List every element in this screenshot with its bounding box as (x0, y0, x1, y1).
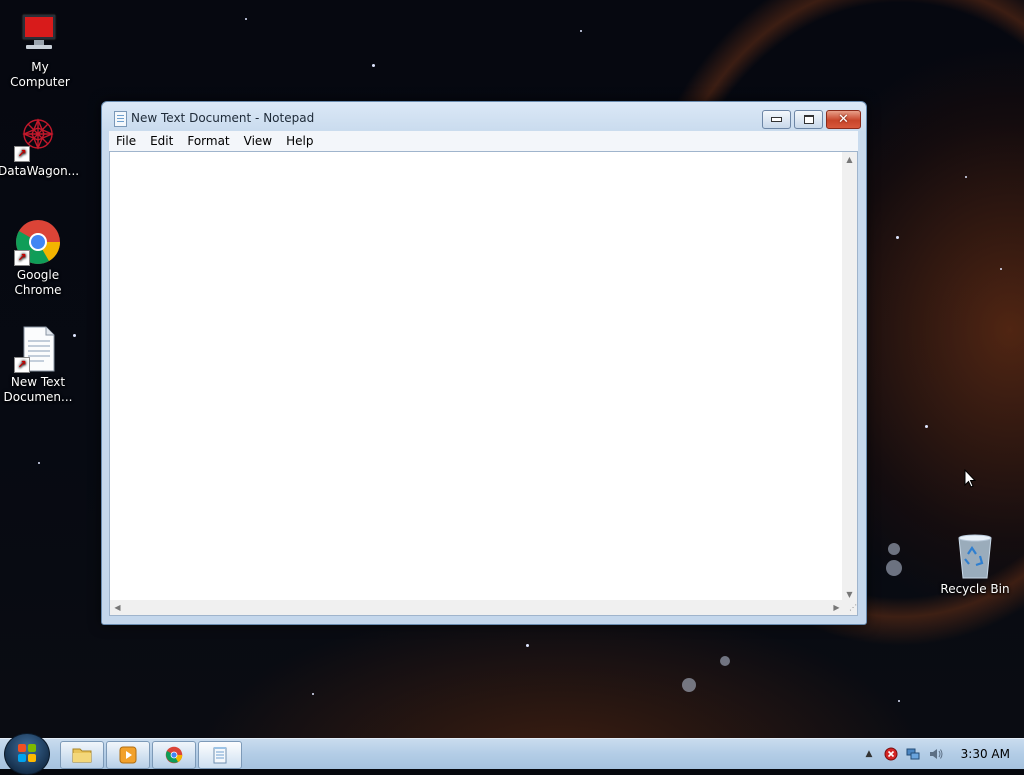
text-editor[interactable] (110, 152, 844, 602)
chrome-icon (165, 746, 183, 764)
folder-icon (72, 748, 92, 763)
datawagon-icon: ↗ (14, 114, 62, 162)
scroll-up-icon[interactable]: ▲ (842, 152, 857, 167)
star (965, 176, 967, 178)
shortcut-arrow-icon: ↗ (14, 146, 30, 162)
star (1000, 268, 1002, 270)
system-tray: ▲ 3:30 AM (844, 739, 1024, 769)
title-bar[interactable]: New Text Document - Notepad ✕ (102, 102, 866, 132)
windows-logo-icon (18, 744, 36, 762)
menu-bar: File Edit Format View Help (109, 131, 858, 151)
horizontal-scrollbar[interactable]: ◀ ▶ (110, 600, 844, 615)
minimize-button[interactable] (762, 110, 791, 129)
show-hidden-icons-icon[interactable]: ▲ (862, 747, 876, 761)
close-button[interactable]: ✕ (826, 110, 861, 129)
star (898, 700, 900, 702)
star (526, 644, 529, 647)
menu-file[interactable]: File (109, 131, 143, 151)
desktop-icon-datawagon[interactable]: ↗ DataWagon... (0, 114, 80, 179)
network-icon[interactable] (906, 747, 920, 761)
menu-help[interactable]: Help (279, 131, 320, 151)
desktop-icon-label: Google Chrome (14, 268, 62, 297)
text-document-icon: ↗ (14, 325, 62, 373)
bokeh (886, 560, 902, 576)
bokeh (720, 656, 730, 666)
star (372, 64, 375, 67)
desktop: My Computer ↗ DataWagon... ↗ Google Chro… (0, 0, 1024, 738)
scroll-left-icon[interactable]: ◀ (110, 600, 125, 615)
clock[interactable]: 3:30 AM (961, 747, 1010, 761)
desktop-icon-label: DataWagon... (0, 164, 80, 178)
star (245, 18, 247, 20)
maximize-button[interactable] (794, 110, 823, 129)
notepad-icon (114, 111, 127, 127)
maximize-icon (803, 115, 814, 124)
notepad-icon (213, 747, 227, 764)
bokeh (888, 543, 900, 555)
bokeh (682, 678, 696, 692)
minimize-icon (771, 117, 782, 122)
volume-icon[interactable] (929, 747, 943, 761)
desktop-icon-label: My Computer (10, 60, 70, 89)
computer-icon (16, 10, 64, 58)
recycle-bin-icon (951, 532, 999, 580)
chrome-icon: ↗ (14, 218, 62, 266)
taskbar-chrome-button[interactable] (152, 741, 196, 769)
resize-grip-icon[interactable]: ⋰ (842, 600, 857, 615)
start-button[interactable] (4, 733, 50, 775)
desktop-icon-my-computer[interactable]: My Computer (0, 10, 80, 90)
mouse-cursor-icon (964, 469, 976, 488)
shortcut-arrow-icon: ↗ (14, 250, 30, 266)
menu-edit[interactable]: Edit (143, 131, 180, 151)
taskbar-media-player-button[interactable] (106, 741, 150, 769)
menu-format[interactable]: Format (180, 131, 236, 151)
action-center-error-icon[interactable] (884, 747, 898, 761)
shortcut-arrow-icon: ↗ (14, 357, 30, 373)
menu-view[interactable]: View (237, 131, 279, 151)
vertical-scrollbar[interactable]: ▲ ▼ (842, 152, 857, 602)
desktop-icon-label: Recycle Bin (940, 582, 1010, 596)
star (580, 30, 582, 32)
editor-area: ▲ ▼ ◀ ▶ ⋰ (109, 151, 858, 616)
notepad-window: New Text Document - Notepad ✕ File Edit … (101, 101, 867, 625)
window-title: New Text Document - Notepad (131, 111, 315, 125)
desktop-icon-label: New Text Documen... (3, 375, 73, 404)
star (925, 425, 928, 428)
star (896, 236, 899, 239)
desktop-icon-recycle-bin[interactable]: Recycle Bin (935, 532, 1015, 597)
close-icon: ✕ (838, 112, 849, 127)
media-player-icon (119, 746, 137, 764)
taskbar: ▲ 3:30 AM (0, 733, 1024, 775)
taskbar-notepad-button[interactable] (198, 741, 242, 769)
desktop-icon-google-chrome[interactable]: ↗ Google Chrome (0, 218, 78, 298)
taskbar-explorer-button[interactable] (60, 741, 104, 769)
star (312, 693, 314, 695)
star (38, 462, 40, 464)
desktop-icon-new-text-document[interactable]: ↗ New Text Documen... (0, 325, 78, 405)
